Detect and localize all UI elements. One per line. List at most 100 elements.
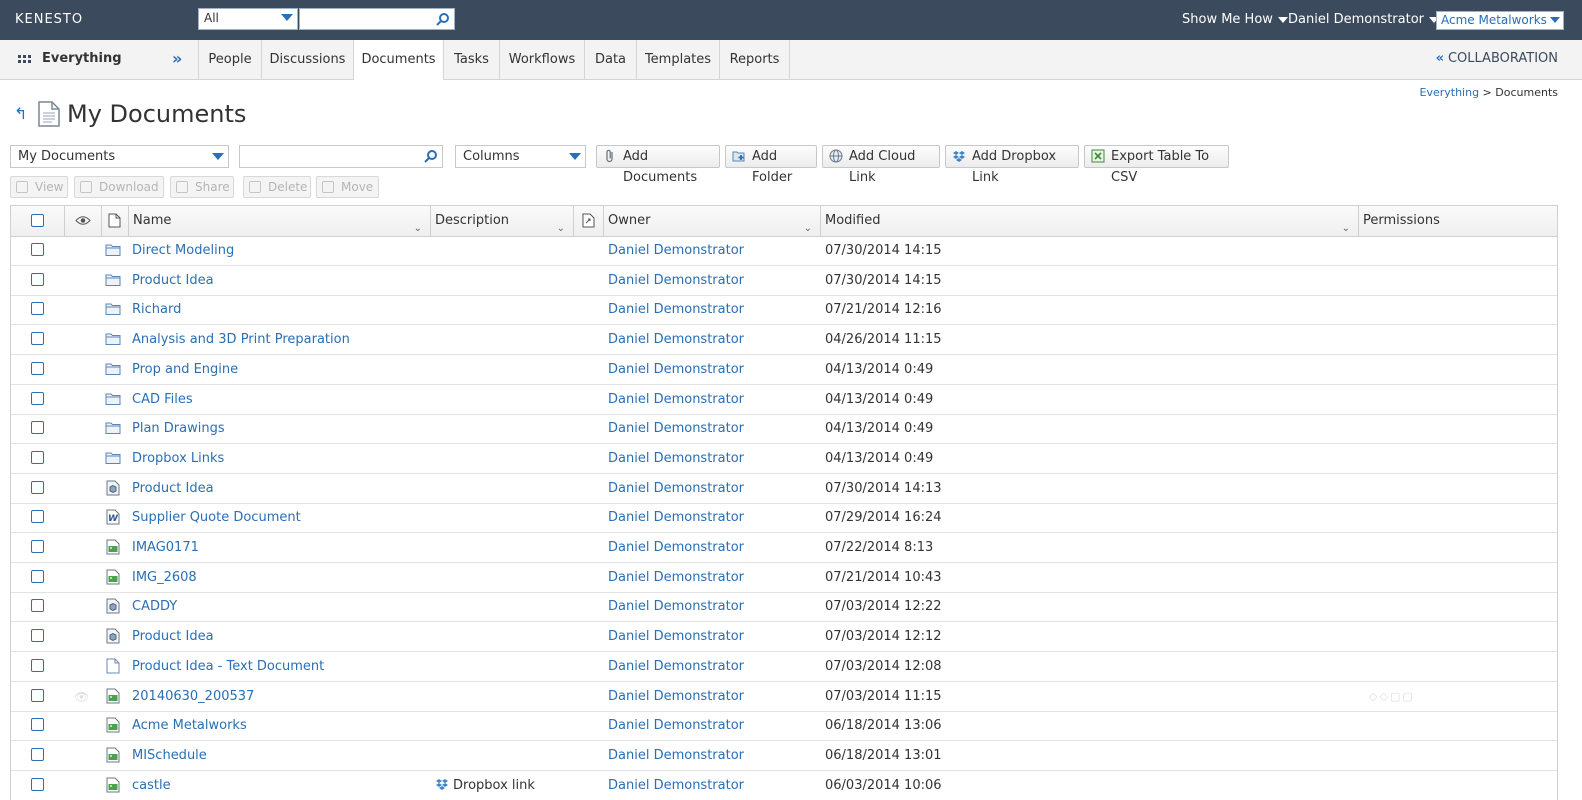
row-owner-link[interactable]: Daniel Demonstrator bbox=[608, 652, 744, 681]
table-row[interactable]: MISchedule Daniel Demonstrator 06/18/2014 … bbox=[11, 741, 1557, 771]
table-row[interactable]: castle Dropbox link Daniel Demonstrator 06/… bbox=[11, 771, 1557, 800]
row-name-link[interactable]: Direct Modeling bbox=[132, 236, 234, 265]
row-owner-link[interactable]: Daniel Demonstrator bbox=[608, 295, 744, 324]
table-row[interactable]: Analysis and 3D Print Preparation Daniel … bbox=[11, 325, 1557, 356]
row-checkbox[interactable] bbox=[31, 658, 44, 672]
row-checkbox[interactable] bbox=[31, 629, 44, 643]
row-checkbox[interactable] bbox=[31, 747, 44, 761]
tab-discussions[interactable]: Discussions bbox=[262, 40, 354, 79]
row-checkbox[interactable] bbox=[31, 688, 44, 702]
row-owner-link[interactable]: Daniel Demonstrator bbox=[608, 355, 744, 384]
row-owner-link[interactable]: Daniel Demonstrator bbox=[608, 503, 744, 532]
row-name-link[interactable]: IMG_2608 bbox=[132, 563, 197, 592]
tab-data[interactable]: Data bbox=[585, 40, 637, 79]
permission-edit-icon[interactable]: ◇ bbox=[1379, 690, 1389, 703]
share-button[interactable]: Share bbox=[170, 176, 234, 198]
row-checkbox[interactable] bbox=[31, 421, 44, 435]
table-row[interactable]: 👁 20140630_200537 Daniel Demonstrator 07/03… bbox=[11, 682, 1557, 712]
tab-tasks[interactable]: Tasks bbox=[444, 40, 500, 79]
row-name-link[interactable]: Product Idea bbox=[132, 622, 214, 651]
preview-eye-icon[interactable]: 👁 bbox=[74, 690, 89, 704]
name-column-header[interactable]: Name ⌄ bbox=[129, 206, 431, 236]
row-owner-link[interactable]: Daniel Demonstrator bbox=[608, 682, 744, 711]
row-owner-link[interactable]: Daniel Demonstrator bbox=[608, 385, 744, 414]
permission-share-icon[interactable]: ▢ bbox=[1390, 690, 1402, 703]
table-row[interactable]: Product Idea Daniel Demonstrator 07/30/201… bbox=[11, 266, 1557, 296]
row-name-link[interactable]: Acme Metalworks bbox=[132, 711, 247, 740]
row-checkbox[interactable] bbox=[31, 718, 44, 732]
table-row[interactable]: Plan Drawings Daniel Demonstrator 04/13/20… bbox=[11, 414, 1557, 445]
move-button[interactable]: Move bbox=[316, 176, 379, 198]
row-checkbox[interactable] bbox=[31, 540, 44, 553]
row-checkbox[interactable] bbox=[31, 272, 44, 286]
modified-column-header[interactable]: Modified ⌄ bbox=[821, 206, 1359, 236]
tab-documents[interactable]: Documents bbox=[354, 40, 444, 80]
row-owner-link[interactable]: Daniel Demonstrator bbox=[608, 622, 744, 651]
row-name-link[interactable]: CADDY bbox=[132, 592, 177, 621]
row-owner-link[interactable]: Daniel Demonstrator bbox=[608, 325, 744, 354]
add-folder-button[interactable]: Add Folder bbox=[725, 145, 817, 185]
row-name-link[interactable]: Dropbox Links bbox=[132, 444, 224, 473]
back-arrow-icon[interactable]: ↰ bbox=[14, 104, 27, 123]
permission-view-icon[interactable]: ◇ bbox=[1369, 690, 1379, 703]
row-checkbox[interactable] bbox=[31, 243, 44, 256]
table-row[interactable]: Prop and Engine Daniel Demonstrator 04/13/… bbox=[11, 355, 1557, 385]
row-owner-link[interactable]: Daniel Demonstrator bbox=[608, 592, 744, 621]
attachment-column-header[interactable] bbox=[574, 206, 604, 236]
row-name-link[interactable]: 20140630_200537 bbox=[132, 682, 254, 711]
columns-select[interactable]: Columns bbox=[455, 145, 586, 168]
row-name-link[interactable]: CAD Files bbox=[132, 385, 193, 414]
table-row[interactable]: CAD Files Daniel Demonstrator 04/13/2014 0… bbox=[11, 385, 1557, 415]
owner-column-header[interactable]: Owner ⌄ bbox=[604, 206, 821, 236]
row-name-link[interactable]: Product Idea - Text Document bbox=[132, 652, 324, 681]
row-name-link[interactable]: Product Idea bbox=[132, 474, 214, 503]
collaboration-toggle[interactable]: «COLLABORATION bbox=[1436, 51, 1558, 66]
row-checkbox[interactable] bbox=[31, 777, 44, 791]
description-column-header[interactable]: Description ⌄ bbox=[431, 206, 574, 236]
table-row[interactable]: Product Idea Daniel Demonstrator 07/03/201… bbox=[11, 622, 1557, 653]
permission-delete-icon[interactable]: ▢ bbox=[1402, 690, 1414, 703]
breadcrumb-everything-link[interactable]: Everything bbox=[1420, 86, 1480, 99]
add-dropbox-link-button[interactable]: Add Dropbox Link bbox=[945, 145, 1079, 185]
row-owner-link[interactable]: Daniel Demonstrator bbox=[608, 711, 744, 740]
row-checkbox[interactable] bbox=[31, 391, 44, 405]
row-checkbox[interactable] bbox=[31, 450, 44, 464]
row-checkbox[interactable] bbox=[31, 361, 44, 375]
row-owner-link[interactable]: Daniel Demonstrator bbox=[608, 444, 744, 473]
row-name-link[interactable]: Prop and Engine bbox=[132, 355, 238, 384]
row-owner-link[interactable]: Daniel Demonstrator bbox=[608, 771, 744, 800]
table-row[interactable]: Richard Daniel Demonstrator 07/21/2014 12:… bbox=[11, 295, 1557, 326]
table-row[interactable]: Product Idea Daniel Demonstrator 07/30/201… bbox=[11, 474, 1557, 504]
row-name-link[interactable]: IMAG0171 bbox=[132, 533, 199, 562]
row-owner-link[interactable]: Daniel Demonstrator bbox=[608, 474, 744, 503]
show-me-how-menu[interactable]: Show Me How bbox=[1182, 12, 1288, 27]
everything-menu[interactable]: Everything » bbox=[0, 40, 199, 79]
row-owner-link[interactable]: Daniel Demonstrator bbox=[608, 266, 744, 295]
row-owner-link[interactable]: Daniel Demonstrator bbox=[608, 533, 744, 562]
row-checkbox[interactable] bbox=[31, 599, 44, 613]
table-row[interactable]: Dropbox Links Daniel Demonstrator 04/13/20… bbox=[11, 444, 1557, 474]
row-owner-link[interactable]: Daniel Demonstrator bbox=[608, 563, 744, 592]
search-scope-select[interactable]: All bbox=[198, 8, 298, 30]
company-select[interactable]: Acme Metalworks bbox=[1436, 11, 1564, 30]
row-name-link[interactable]: Product Idea bbox=[132, 266, 214, 295]
tab-templates[interactable]: Templates bbox=[637, 40, 720, 79]
permissions-column-header[interactable]: Permissions bbox=[1359, 206, 1557, 236]
row-name-link[interactable]: Richard bbox=[132, 295, 181, 324]
row-checkbox[interactable] bbox=[31, 569, 44, 583]
select-all-checkbox[interactable] bbox=[31, 214, 44, 227]
app-logo[interactable]: KENESTO bbox=[15, 12, 83, 27]
delete-button[interactable]: Delete bbox=[243, 176, 311, 198]
row-owner-link[interactable]: Daniel Demonstrator bbox=[608, 414, 744, 443]
table-row[interactable]: Product Idea - Text Document Daniel Demon… bbox=[11, 652, 1557, 682]
row-owner-link[interactable]: Daniel Demonstrator bbox=[608, 236, 744, 265]
search-icon[interactable] bbox=[436, 12, 450, 26]
table-row[interactable]: CADDY Daniel Demonstrator 07/03/2014 12:22 bbox=[11, 592, 1557, 623]
row-name-link[interactable]: castle bbox=[132, 771, 171, 800]
row-name-link[interactable]: Analysis and 3D Print Preparation bbox=[132, 325, 350, 354]
table-row[interactable]: W Supplier Quote Document Daniel Demonstra… bbox=[11, 503, 1557, 534]
row-name-link[interactable]: Plan Drawings bbox=[132, 414, 225, 443]
row-checkbox[interactable] bbox=[31, 510, 44, 524]
row-checkbox[interactable] bbox=[31, 332, 44, 346]
table-row[interactable]: Acme Metalworks Daniel Demonstrator 06/18/… bbox=[11, 711, 1557, 742]
